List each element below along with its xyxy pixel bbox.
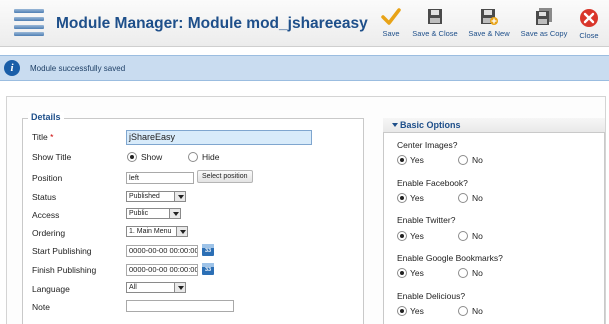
save-close-button[interactable]: Save & Close: [411, 8, 459, 44]
yes-label: Yes: [410, 268, 424, 278]
title-label: Title *: [32, 132, 54, 142]
floppy-copy-icon: [536, 8, 552, 25]
center-images-label: Center Images?: [397, 140, 458, 150]
enable-twitter-yes-radio[interactable]: [397, 231, 407, 241]
floppy-plus-icon: [481, 9, 498, 25]
yes-label: Yes: [410, 193, 424, 203]
save-as-copy-label: Save as Copy: [520, 29, 568, 38]
finish-publishing-label: Finish Publishing: [32, 265, 97, 275]
message-text: Module successfully saved: [30, 64, 126, 73]
calendar-icon[interactable]: 33: [202, 244, 214, 256]
enable-facebook-label: Enable Facebook?: [397, 178, 468, 188]
ordering-label: Ordering: [32, 228, 66, 238]
details-legend: Details: [28, 112, 64, 122]
select-position-button[interactable]: Select position: [197, 170, 253, 183]
basic-options-title: Basic Options: [400, 120, 461, 130]
details-fieldset: [22, 118, 364, 324]
save-as-copy-button[interactable]: Save as Copy: [519, 8, 569, 44]
yes-label: Yes: [410, 231, 424, 241]
chevron-down-icon: [174, 283, 185, 292]
required-marker: *: [50, 132, 54, 142]
check-icon: [381, 8, 401, 25]
chevron-down-icon: [174, 192, 185, 201]
title-input[interactable]: jShareEasy: [126, 130, 312, 145]
language-label: Language: [32, 284, 70, 294]
ordering-value: 1. Main Menu: [129, 228, 172, 235]
note-label: Note: [32, 302, 50, 312]
enable-google-bookmarks-label: Enable Google Bookmarks?: [397, 253, 503, 263]
yes-label: Yes: [410, 155, 424, 165]
system-message: i Module successfully saved: [0, 55, 609, 81]
module-manager-icon: [14, 9, 44, 36]
enable-facebook-yes-radio[interactable]: [397, 193, 407, 203]
toolbar: Module Manager: Module mod_jshareeasy Sa…: [0, 0, 609, 47]
finish-publishing-input[interactable]: 0000-00-00 00:00:00: [126, 264, 198, 276]
note-input[interactable]: [126, 300, 234, 312]
no-label: No: [472, 231, 483, 241]
show-title-hide-label: Hide: [202, 152, 220, 162]
position-input[interactable]: left: [126, 172, 194, 184]
enable-delicious-yes-radio[interactable]: [397, 306, 407, 316]
close-label: Close: [579, 31, 599, 40]
info-icon: i: [4, 60, 20, 76]
language-value: All: [129, 284, 137, 291]
access-label: Access: [32, 210, 60, 220]
center-images-no-radio[interactable]: [458, 155, 468, 165]
chevron-down-icon: [169, 209, 180, 218]
status-select[interactable]: Published: [126, 191, 186, 202]
status-value: Published: [129, 193, 160, 200]
start-publishing-label: Start Publishing: [32, 246, 92, 256]
position-label: Position: [32, 173, 63, 183]
save-button[interactable]: Save: [379, 8, 403, 44]
access-value: Public: [129, 210, 149, 217]
save-label: Save: [382, 29, 400, 38]
no-label: No: [472, 268, 483, 278]
save-close-label: Save & Close: [412, 29, 458, 38]
close-button[interactable]: Close: [576, 8, 602, 44]
close-icon: [580, 9, 598, 27]
language-select[interactable]: All: [126, 282, 186, 293]
center-images-yes-radio[interactable]: [397, 155, 407, 165]
enable-twitter-no-radio[interactable]: [458, 231, 468, 241]
access-select[interactable]: Public: [126, 208, 181, 219]
no-label: No: [472, 155, 483, 165]
save-new-button[interactable]: Save & New: [466, 8, 512, 44]
show-title-label: Show Title: [32, 152, 72, 162]
enable-google-bookmarks-yes-radio[interactable]: [397, 268, 407, 278]
enable-google-bookmarks-no-radio[interactable]: [458, 268, 468, 278]
show-title-show-radio[interactable]: [127, 152, 137, 162]
page-title: Module Manager: Module mod_jshareeasy: [56, 15, 368, 32]
status-label: Status: [32, 192, 57, 202]
floppy-icon: [428, 9, 442, 24]
calendar-icon[interactable]: 33: [202, 263, 214, 275]
show-title-hide-radio[interactable]: [188, 152, 198, 162]
enable-delicious-label: Enable Delicious?: [397, 291, 466, 301]
chevron-down-icon: [176, 227, 187, 236]
enable-delicious-no-radio[interactable]: [458, 306, 468, 316]
yes-label: Yes: [410, 306, 424, 316]
triangle-down-icon: [392, 123, 398, 127]
enable-facebook-no-radio[interactable]: [458, 193, 468, 203]
no-label: No: [472, 193, 483, 203]
ordering-select[interactable]: 1. Main Menu: [126, 226, 188, 237]
enable-twitter-label: Enable Twitter?: [397, 215, 456, 225]
start-publishing-input[interactable]: 0000-00-00 00:00:00: [126, 245, 198, 257]
no-label: No: [472, 306, 483, 316]
save-new-label: Save & New: [468, 29, 510, 38]
show-title-show-label: Show: [141, 152, 163, 162]
